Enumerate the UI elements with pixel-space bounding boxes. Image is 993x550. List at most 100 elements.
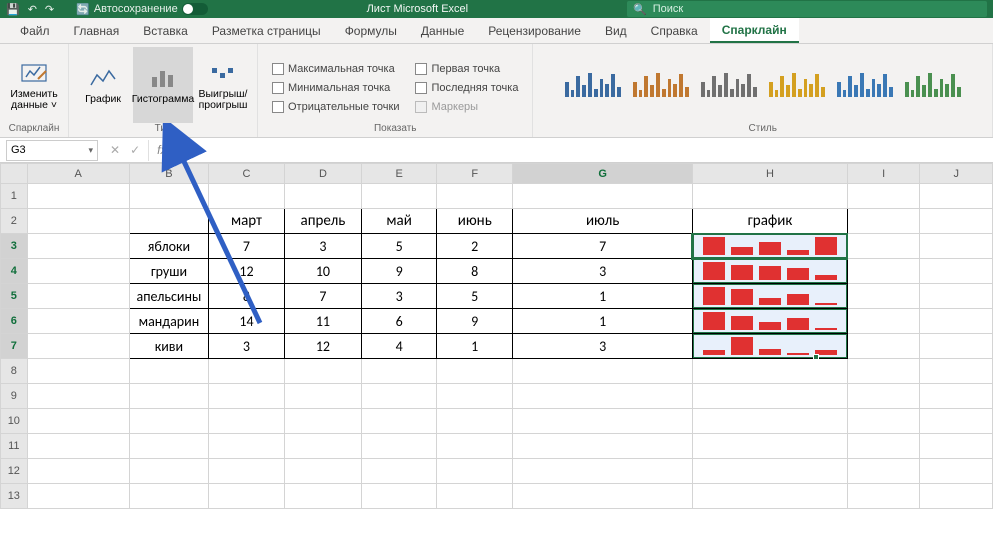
cell[interactable]	[129, 459, 208, 484]
cell[interactable]	[920, 259, 993, 284]
cell[interactable]	[437, 484, 513, 509]
cell[interactable]	[920, 284, 993, 309]
tab-справка[interactable]: Справка	[639, 18, 710, 43]
name-box[interactable]: G3 ▾	[6, 140, 98, 161]
cell[interactable]: график	[692, 209, 847, 234]
cell[interactable]	[27, 459, 129, 484]
cell[interactable]	[209, 459, 285, 484]
sparkline-cell[interactable]	[692, 309, 847, 334]
cell[interactable]	[209, 434, 285, 459]
cell[interactable]: 3	[209, 334, 285, 359]
cell[interactable]: 3	[513, 334, 693, 359]
cell[interactable]	[920, 209, 993, 234]
tab-главная[interactable]: Главная	[62, 18, 132, 43]
cell[interactable]	[692, 384, 847, 409]
redo-icon[interactable]: ↷	[45, 3, 54, 16]
cell[interactable]: 7	[284, 284, 361, 309]
cell[interactable]	[27, 384, 129, 409]
autosave-toggle[interactable]	[182, 3, 208, 15]
cell[interactable]	[437, 184, 513, 209]
cell[interactable]	[692, 459, 847, 484]
chk-last[interactable]: Последняя точка	[415, 80, 518, 96]
sparkline-style-swatch[interactable]	[700, 68, 758, 102]
row-header[interactable]: 4	[1, 259, 28, 284]
selection-handle[interactable]	[813, 354, 819, 360]
cell[interactable]	[847, 484, 919, 509]
cell[interactable]	[284, 459, 361, 484]
cell[interactable]	[27, 334, 129, 359]
cell[interactable]	[513, 409, 693, 434]
sparkline-style-swatch[interactable]	[904, 68, 962, 102]
cell[interactable]	[129, 409, 208, 434]
cell[interactable]	[209, 384, 285, 409]
sparkline-cell[interactable]	[692, 284, 847, 309]
cell[interactable]: апельсины	[129, 284, 208, 309]
tab-спарклайн[interactable]: Спарклайн	[710, 18, 799, 43]
worksheet-grid[interactable]: ABCDEFGHIJ12мартапрельмайиюньиюльграфик3…	[0, 163, 993, 509]
cell[interactable]	[692, 484, 847, 509]
row-header[interactable]: 5	[1, 284, 28, 309]
cell[interactable]	[692, 409, 847, 434]
undo-icon[interactable]: ↶	[28, 3, 37, 16]
col-header[interactable]: E	[362, 164, 437, 184]
cell[interactable]: 4	[362, 334, 437, 359]
row-header[interactable]: 2	[1, 209, 28, 234]
cell[interactable]	[920, 309, 993, 334]
cell[interactable]	[27, 409, 129, 434]
cell[interactable]: яблоки	[129, 234, 208, 259]
cell[interactable]	[437, 384, 513, 409]
cell[interactable]: июнь	[437, 209, 513, 234]
type-line-button[interactable]: График	[73, 47, 133, 123]
cell[interactable]: 12	[284, 334, 361, 359]
cell[interactable]: 2	[437, 234, 513, 259]
cell[interactable]	[437, 434, 513, 459]
cell[interactable]	[129, 359, 208, 384]
select-all-corner[interactable]	[1, 164, 28, 184]
tab-файл[interactable]: Файл	[8, 18, 62, 43]
cell[interactable]	[847, 359, 919, 384]
cell[interactable]	[513, 359, 693, 384]
cell[interactable]	[513, 184, 693, 209]
cell[interactable]: 3	[362, 284, 437, 309]
tab-рецензирование[interactable]: Рецензирование	[476, 18, 593, 43]
col-header[interactable]: D	[284, 164, 361, 184]
cell[interactable]: 6	[362, 309, 437, 334]
chk-first[interactable]: Первая точка	[415, 61, 518, 77]
cell[interactable]: 8	[437, 259, 513, 284]
type-column-button[interactable]: Гистограмма	[133, 47, 193, 123]
cell[interactable]	[513, 459, 693, 484]
row-header[interactable]: 11	[1, 434, 28, 459]
sparkline-style-swatch[interactable]	[836, 68, 894, 102]
tab-вид[interactable]: Вид	[593, 18, 639, 43]
cell[interactable]: апрель	[284, 209, 361, 234]
cell[interactable]: 7	[513, 234, 693, 259]
cell[interactable]	[437, 459, 513, 484]
row-header[interactable]: 10	[1, 409, 28, 434]
cell[interactable]: 11	[284, 309, 361, 334]
row-header[interactable]: 6	[1, 309, 28, 334]
search-input[interactable]: 🔍 Поиск	[627, 1, 987, 17]
cell[interactable]	[847, 284, 919, 309]
cell[interactable]: 12	[209, 259, 285, 284]
sparkline-cell[interactable]	[692, 334, 847, 359]
cell[interactable]: 5	[362, 234, 437, 259]
cell[interactable]	[27, 484, 129, 509]
cell[interactable]	[27, 234, 129, 259]
col-header[interactable]: H	[692, 164, 847, 184]
row-header[interactable]: 7	[1, 334, 28, 359]
cell[interactable]	[692, 184, 847, 209]
cell[interactable]	[437, 359, 513, 384]
cell[interactable]	[27, 184, 129, 209]
cell[interactable]: май	[362, 209, 437, 234]
cell[interactable]	[284, 184, 361, 209]
cell[interactable]: киви	[129, 334, 208, 359]
cell[interactable]	[284, 409, 361, 434]
cell[interactable]	[129, 184, 208, 209]
cell[interactable]	[362, 484, 437, 509]
cell[interactable]	[847, 234, 919, 259]
cell[interactable]	[920, 184, 993, 209]
cell[interactable]	[847, 409, 919, 434]
cell[interactable]	[209, 484, 285, 509]
cell[interactable]	[847, 334, 919, 359]
sparkline-cell[interactable]	[692, 234, 847, 259]
